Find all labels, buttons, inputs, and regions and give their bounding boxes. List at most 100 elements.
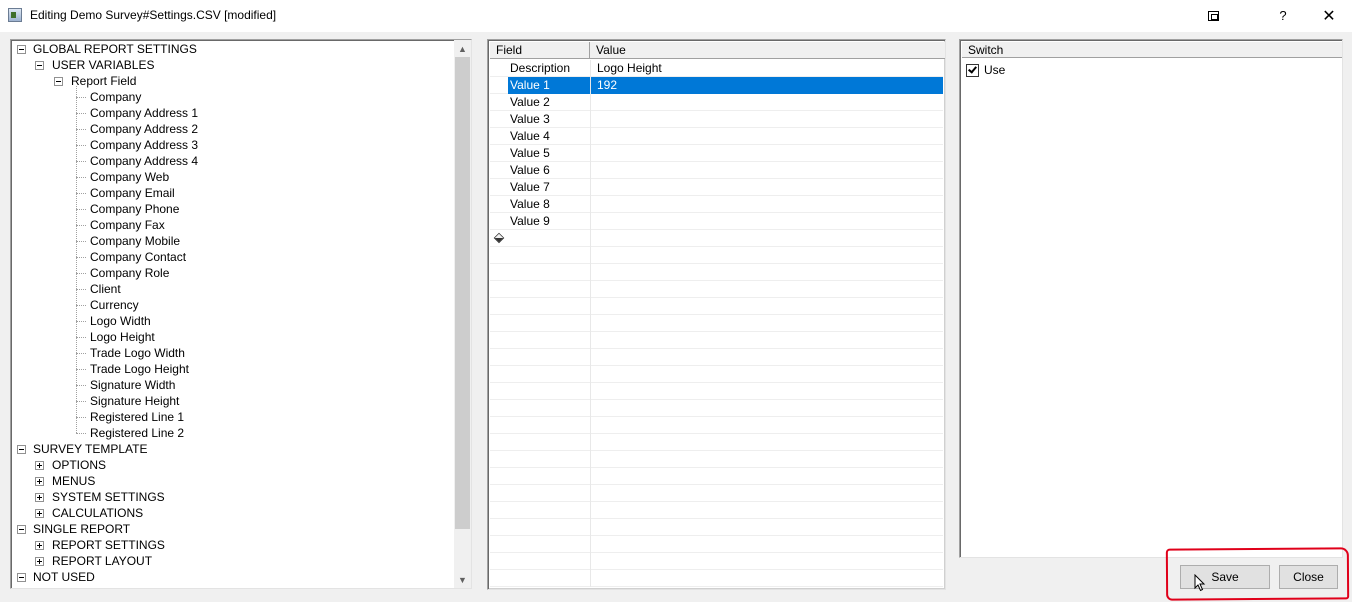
tree-node[interactable]: SURVEY TEMPLATE bbox=[11, 441, 451, 457]
value-cell[interactable] bbox=[590, 264, 943, 281]
empty-row[interactable] bbox=[490, 383, 943, 400]
tree-node[interactable]: Company Address 1 bbox=[11, 105, 451, 121]
help-button[interactable]: ? bbox=[1260, 0, 1306, 31]
empty-row[interactable] bbox=[490, 519, 943, 536]
field-cell[interactable]: Value 7 bbox=[508, 179, 590, 196]
empty-row[interactable] bbox=[490, 536, 943, 553]
expand-plus-icon[interactable] bbox=[35, 541, 44, 550]
field-value-grid[interactable]: Field Value Description Logo Height Value … bbox=[487, 39, 946, 590]
empty-row[interactable] bbox=[490, 570, 943, 587]
tree-node[interactable]: Company Web bbox=[11, 169, 451, 185]
tree-node[interactable]: Registered Line 1 bbox=[11, 409, 451, 425]
value-cell[interactable] bbox=[590, 451, 943, 468]
empty-row[interactable] bbox=[490, 315, 943, 332]
empty-row[interactable] bbox=[490, 349, 943, 366]
field-cell[interactable]: Value 6 bbox=[508, 162, 590, 179]
grid-row[interactable]: Value 8 bbox=[490, 196, 943, 213]
value-cell[interactable] bbox=[590, 434, 943, 451]
tree-node[interactable]: Report Field bbox=[11, 73, 451, 89]
empty-row[interactable] bbox=[490, 332, 943, 349]
collapse-minus-icon[interactable] bbox=[17, 573, 26, 582]
empty-row[interactable] bbox=[490, 485, 943, 502]
new-row[interactable] bbox=[490, 230, 943, 247]
collapse-minus-icon[interactable] bbox=[54, 77, 63, 86]
value-cell[interactable] bbox=[590, 111, 943, 128]
value-cell[interactable] bbox=[590, 128, 943, 145]
value-cell[interactable] bbox=[590, 247, 943, 264]
value-cell[interactable] bbox=[590, 400, 943, 417]
empty-row[interactable] bbox=[490, 502, 943, 519]
expand-plus-icon[interactable] bbox=[35, 461, 44, 470]
tree-node[interactable]: Trade Logo Height bbox=[11, 361, 451, 377]
scroll-down-icon[interactable]: ▼ bbox=[454, 571, 471, 588]
value-cell[interactable] bbox=[590, 502, 943, 519]
tree-vertical-scrollbar[interactable]: ▲ ▼ bbox=[454, 40, 471, 588]
tree-node[interactable]: Company bbox=[11, 89, 451, 105]
collapse-minus-icon[interactable] bbox=[17, 45, 26, 54]
value-cell[interactable] bbox=[590, 179, 943, 196]
value-cell[interactable] bbox=[590, 383, 943, 400]
column-header-value[interactable]: Value bbox=[590, 42, 945, 59]
tree-node[interactable]: SINGLE REPORT bbox=[11, 521, 451, 537]
tree-node[interactable]: Signature Width bbox=[11, 377, 451, 393]
tree-node[interactable]: Trade Logo Width bbox=[11, 345, 451, 361]
tree-node[interactable]: Logo Width bbox=[11, 313, 451, 329]
value-cell[interactable] bbox=[590, 366, 943, 383]
value-cell[interactable] bbox=[590, 536, 943, 553]
tree-node[interactable]: SYSTEM SETTINGS bbox=[11, 489, 451, 505]
expand-plus-icon[interactable] bbox=[35, 493, 44, 502]
tree-node[interactable]: GLOBAL REPORT SETTINGS bbox=[11, 41, 451, 57]
tree-node[interactable]: NOT USED bbox=[11, 569, 451, 585]
value-cell[interactable] bbox=[590, 519, 943, 536]
column-header-field[interactable]: Field bbox=[490, 42, 590, 59]
field-cell[interactable]: Value 9 bbox=[508, 213, 590, 230]
tree-node[interactable]: REPORT SETTINGS bbox=[11, 537, 451, 553]
value-cell[interactable] bbox=[590, 145, 943, 162]
empty-row[interactable] bbox=[490, 298, 943, 315]
empty-row[interactable] bbox=[490, 264, 943, 281]
empty-row[interactable] bbox=[490, 434, 943, 451]
tree-node[interactable]: MENUS bbox=[11, 473, 451, 489]
empty-row[interactable] bbox=[490, 451, 943, 468]
tree-node[interactable]: REPORT LAYOUT bbox=[11, 553, 451, 569]
collapse-minus-icon[interactable] bbox=[17, 445, 26, 454]
scroll-up-icon[interactable]: ▲ bbox=[454, 40, 471, 57]
empty-row[interactable] bbox=[490, 553, 943, 570]
settings-tree[interactable]: GLOBAL REPORT SETTINGS USER VARIABLES Repo… bbox=[10, 39, 472, 589]
value-cell[interactable]: Logo Height bbox=[590, 60, 943, 77]
value-cell[interactable] bbox=[590, 553, 943, 570]
tree-node[interactable]: Currency bbox=[11, 297, 451, 313]
grid-row[interactable]: Value 7 bbox=[490, 179, 943, 196]
empty-row[interactable] bbox=[490, 247, 943, 264]
expand-plus-icon[interactable] bbox=[35, 557, 44, 566]
grid-row[interactable]: Value 3 bbox=[490, 111, 943, 128]
field-cell[interactable]: Value 1 bbox=[508, 77, 590, 94]
value-cell[interactable] bbox=[590, 417, 943, 434]
value-cell[interactable] bbox=[590, 230, 943, 247]
tree-node[interactable]: OPTIONS bbox=[11, 457, 451, 473]
tree-node[interactable]: Company Address 2 bbox=[11, 121, 451, 137]
tree-node[interactable]: Company Email bbox=[11, 185, 451, 201]
field-cell[interactable]: Value 8 bbox=[508, 196, 590, 213]
grid-row[interactable]: Value 5 bbox=[490, 145, 943, 162]
value-cell[interactable] bbox=[590, 298, 943, 315]
field-cell[interactable]: Description bbox=[508, 60, 590, 77]
tree-node[interactable]: Company Address 3 bbox=[11, 137, 451, 153]
value-cell[interactable] bbox=[590, 315, 943, 332]
use-checkbox[interactable] bbox=[966, 64, 979, 77]
tree-node[interactable]: Signature Height bbox=[11, 393, 451, 409]
value-cell[interactable] bbox=[590, 94, 943, 111]
collapse-minus-icon[interactable] bbox=[17, 525, 26, 534]
value-cell[interactable]: 192 bbox=[590, 77, 943, 94]
use-checkbox-label[interactable]: Use bbox=[984, 62, 1005, 78]
value-cell[interactable] bbox=[590, 570, 943, 587]
empty-row[interactable] bbox=[490, 366, 943, 383]
restore-button[interactable] bbox=[1190, 0, 1236, 31]
value-cell[interactable] bbox=[590, 213, 943, 230]
grid-row[interactable]: Value 2 bbox=[490, 94, 943, 111]
empty-row[interactable] bbox=[490, 400, 943, 417]
tree-node[interactable]: Company Mobile bbox=[11, 233, 451, 249]
value-cell[interactable] bbox=[590, 281, 943, 298]
empty-row[interactable] bbox=[490, 468, 943, 485]
empty-row[interactable] bbox=[490, 281, 943, 298]
